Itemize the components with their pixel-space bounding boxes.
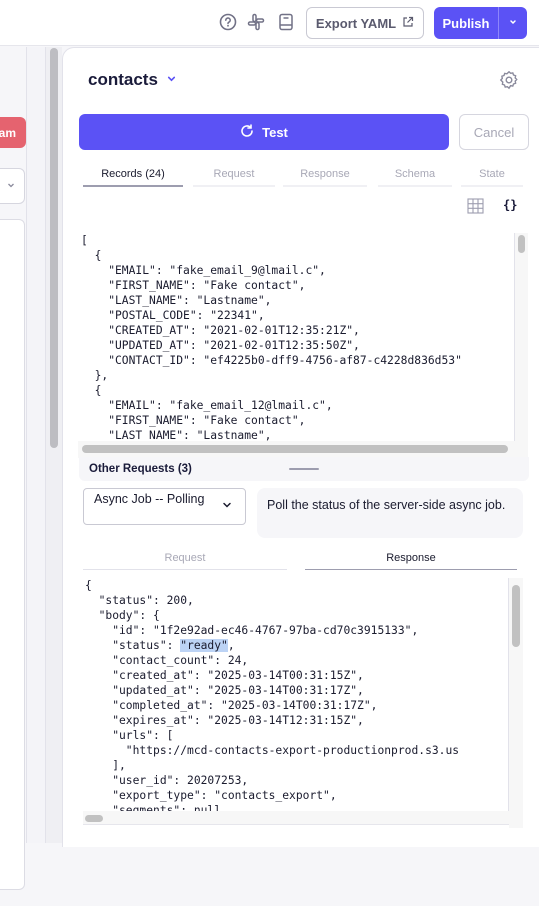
records-scroll-track (515, 233, 528, 458)
other-request-tabs: Request Response (83, 550, 519, 570)
resize-handle[interactable] (289, 468, 319, 470)
tab-other-response[interactable]: Response (305, 550, 517, 570)
export-yaml-button[interactable]: Export YAML (306, 7, 424, 39)
gear-icon[interactable] (499, 70, 519, 90)
request-description: Poll the status of the server-side async… (257, 488, 523, 538)
records-horizontal-scrollbar[interactable] (82, 445, 508, 453)
response-horizontal-scrollbar[interactable] (85, 815, 103, 822)
publish-menu-button[interactable] (498, 7, 527, 39)
panel-divider (26, 47, 46, 843)
tab-schema[interactable]: Schema (378, 165, 452, 187)
tab-request[interactable]: Request (193, 165, 275, 187)
stream-test-panel: contacts Test Cancel Records (24) Reques… (62, 47, 539, 847)
stream-name: contacts (88, 70, 158, 89)
response-hscroll-track (83, 811, 509, 825)
records-vertical-scrollbar[interactable] (518, 235, 525, 253)
chevron-down-icon (508, 14, 518, 32)
left-sidebar: am (0, 47, 26, 890)
json-view-icon[interactable]: {} (503, 198, 517, 212)
left-scrollbar[interactable] (50, 48, 58, 448)
response-json: { "status": 200, "body": { "id": "1f2e92… (85, 578, 459, 811)
stream-selector[interactable]: contacts (88, 70, 177, 90)
result-tabs: Records (24) Request Response Schema Sta… (83, 165, 523, 187)
publish-button[interactable]: Publish (434, 7, 498, 39)
response-json-part: { "status": 200, "body": { "id": "1f2e92… (85, 579, 419, 652)
request-select-value: Async Job -- Polling (94, 492, 205, 506)
help-circle-icon[interactable] (218, 12, 238, 32)
records-json: [ { "EMAIL": "fake_email_9@lmail.c", "FI… (81, 234, 462, 441)
response-json-viewer[interactable]: { "status": 200, "body": { "id": "1f2e92… (83, 578, 509, 811)
chevron-down-icon (221, 499, 233, 511)
refresh-icon (240, 123, 254, 141)
request-select[interactable]: Async Job -- Polling (83, 488, 246, 525)
chevron-down-icon (166, 73, 177, 87)
tab-other-request[interactable]: Request (83, 550, 287, 570)
test-label: Test (262, 124, 288, 140)
left-select[interactable] (0, 168, 25, 204)
cancel-button[interactable]: Cancel (459, 114, 529, 150)
tab-response[interactable]: Response (283, 165, 367, 187)
export-yaml-label: Export YAML (315, 15, 397, 31)
add-stream-button[interactable]: am (0, 117, 26, 148)
external-link-icon (402, 16, 414, 31)
other-requests-title: Other Requests (3) (89, 463, 192, 475)
top-bar: Export YAML Publish (0, 0, 539, 46)
other-requests-header: Other Requests (3) (79, 457, 529, 481)
test-button[interactable]: Test (79, 114, 449, 150)
slack-icon[interactable] (246, 12, 266, 32)
docs-book-icon[interactable] (276, 12, 296, 32)
response-vertical-scrollbar[interactable] (512, 585, 520, 647)
table-view-icon[interactable] (467, 198, 485, 214)
left-config-card (0, 219, 25, 890)
records-json-viewer[interactable]: [ { "EMAIL": "fake_email_9@lmail.c", "FI… (78, 233, 515, 441)
tab-records[interactable]: Records (24) (83, 165, 183, 187)
response-json-part: , "contact_count": 24, "created_at": "20… (112, 639, 460, 811)
selected-text: "ready" (180, 639, 228, 652)
chevron-down-icon (6, 177, 16, 195)
tab-state[interactable]: State (461, 165, 523, 187)
